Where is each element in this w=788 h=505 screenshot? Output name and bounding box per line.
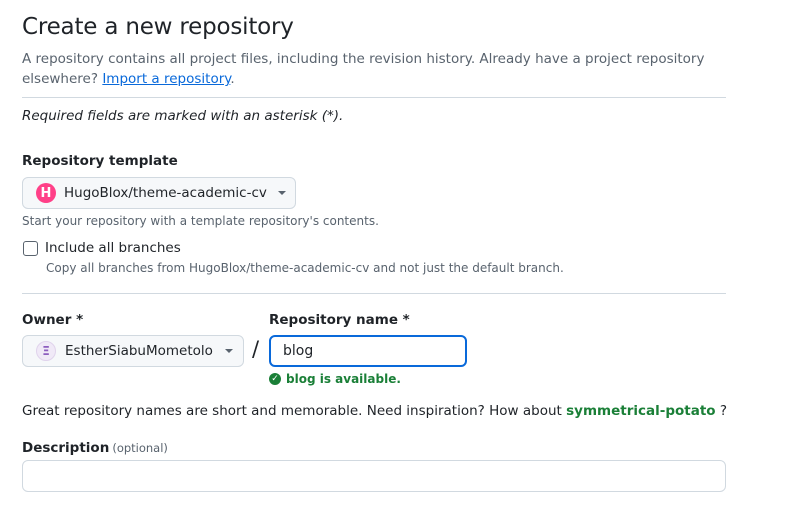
template-avatar-icon: H [36, 183, 56, 203]
description-input[interactable] [22, 460, 726, 492]
intro-text: A repository contains all project files,… [22, 51, 705, 87]
template-selected-label: HugoBlox/theme-academic-cv [64, 185, 267, 201]
check-circle-icon: ✓ [269, 373, 281, 385]
chevron-down-icon [224, 349, 233, 353]
availability-text: blog is available. [286, 372, 401, 386]
suggestion-prefix: Great repository names are short and mem… [22, 403, 562, 419]
include-branches-hint: Copy all branches from HugoBlox/theme-ac… [46, 261, 564, 275]
template-dropdown-button[interactable]: H HugoBlox/theme-academic-cv [22, 177, 296, 209]
name-suggestion: Great repository names are short and mem… [22, 403, 727, 419]
template-hint: Start your repository with a template re… [22, 214, 379, 228]
owner-selected-label: EstherSiabuMometolo [65, 343, 213, 359]
description-label: Description [22, 440, 110, 456]
optional-tag: (optional) [112, 441, 168, 455]
repo-name-label: Repository name * [269, 312, 410, 328]
availability-status: ✓ blog is available. [269, 372, 401, 386]
repo-name-input[interactable]: blog [269, 335, 467, 367]
chevron-down-icon [277, 191, 286, 195]
include-branches-label[interactable]: Include all branches [45, 240, 181, 256]
divider [22, 97, 726, 98]
import-repository-link[interactable]: Import a repository [102, 71, 230, 87]
owner-avatar: Ξ [36, 341, 56, 361]
description-label-row: Description (optional) [22, 437, 168, 456]
suggested-name-button[interactable]: symmetrical-potato [566, 403, 715, 419]
divider [22, 293, 726, 294]
suggestion-suffix: ? [715, 403, 728, 419]
required-fields-note: Required fields are marked with an aster… [22, 108, 344, 124]
template-label: Repository template [22, 153, 178, 169]
owner-repo-separator: / [252, 337, 260, 361]
owner-dropdown-button[interactable]: Ξ EstherSiabuMometolo [22, 335, 244, 367]
owner-label: Owner * [22, 312, 84, 328]
include-branches-checkbox[interactable] [23, 241, 38, 256]
page-title: Create a new repository [22, 14, 294, 40]
